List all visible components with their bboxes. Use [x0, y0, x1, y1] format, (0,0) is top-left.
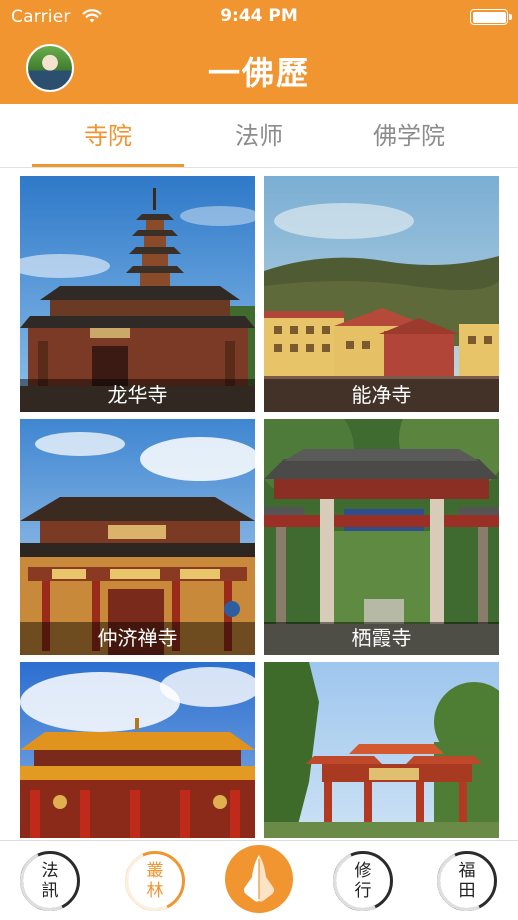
tab-temples[interactable]: 寺院: [22, 104, 194, 168]
nav-prayer[interactable]: [225, 845, 293, 913]
temple-photo: [264, 662, 499, 838]
nav-label: 訊: [41, 881, 59, 901]
temple-card-longhua[interactable]: 龙华寺: [20, 176, 255, 412]
temple-name: 能净寺: [264, 379, 499, 412]
tab-masters[interactable]: 法师: [173, 104, 345, 168]
nav-temples[interactable]: 叢 林: [121, 847, 189, 915]
app-title: 一佛歷: [207, 54, 310, 92]
tab-academies[interactable]: 佛学院: [323, 104, 495, 168]
active-tab-indicator: [32, 164, 184, 167]
temple-name: 仲济禅寺: [20, 622, 255, 655]
nav-practice[interactable]: 修 行: [329, 847, 397, 915]
temple-name: 栖霞寺: [264, 622, 499, 655]
nav-merit[interactable]: 福 田: [433, 847, 501, 915]
temple-grid: 龙华寺 能净寺 仲济禅寺 栖霞寺: [0, 176, 518, 838]
top-header: Carrier 9:44 PM 一佛歷: [0, 0, 518, 104]
temple-photo: [264, 419, 499, 655]
battery-icon: [470, 9, 512, 25]
nav-label: 林: [146, 881, 164, 901]
temple-card-6[interactable]: [264, 662, 499, 838]
nav-label: 福: [458, 861, 476, 881]
temple-card-nengjing[interactable]: 能净寺: [264, 176, 499, 412]
nav-label: 田: [458, 881, 476, 901]
nav-label: 叢: [146, 861, 164, 881]
clock: 9:44 PM: [220, 6, 298, 26]
temple-name: 龙华寺: [20, 379, 255, 412]
temple-photo: [20, 662, 255, 838]
nav-news[interactable]: 法 訊: [16, 847, 84, 915]
temple-card-zhongji[interactable]: 仲济禅寺: [20, 419, 255, 655]
nav-label: 修: [354, 861, 372, 881]
temple-card-qixia[interactable]: 栖霞寺: [264, 419, 499, 655]
temple-photo: [20, 419, 255, 655]
category-tabs: 寺院 法师 佛学院: [0, 104, 518, 168]
status-bar: Carrier 9:44 PM: [0, 0, 518, 34]
nav-label: 行: [354, 881, 372, 901]
temple-photo: [264, 176, 499, 412]
temple-card-5[interactable]: [20, 662, 255, 838]
bottom-nav: 法 訊 叢 林 修 行 福 田: [0, 840, 518, 920]
temple-photo: [20, 176, 255, 412]
praying-hands-icon: [243, 855, 275, 902]
nav-label: 法: [41, 861, 59, 881]
